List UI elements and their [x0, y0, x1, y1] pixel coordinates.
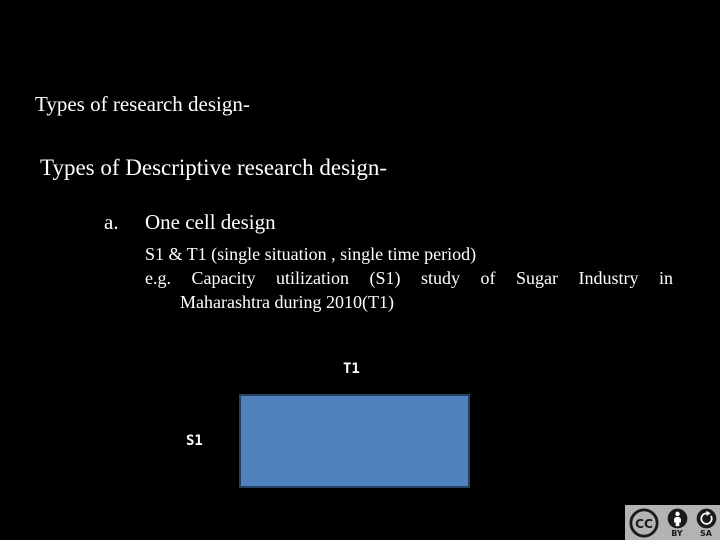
diagram-row-label-s1: S1 — [186, 433, 203, 449]
description-line-example-continued: Maharashtra during 2010(T1) — [180, 291, 394, 312]
diagram-cell-s1-t1 — [239, 394, 470, 488]
slide-heading-research-design: Types of research design- — [35, 92, 250, 116]
list-item: a. One cell design — [104, 210, 684, 234]
share-alike-arrow-icon — [696, 508, 716, 528]
slide-heading-descriptive-research-design: Types of Descriptive research design- — [40, 155, 388, 180]
attribution-person-icon — [667, 508, 687, 528]
description-line-definition: S1 & T1 (single situation , single time … — [145, 244, 477, 264]
cc-by-label: BY — [671, 528, 683, 538]
list-item-description: S1 & T1 (single situation , single time … — [145, 243, 673, 314]
list-item-marker: a. — [104, 210, 119, 234]
presentation-slide: Types of research design- Types of Descr… — [0, 0, 720, 540]
list-item-label: One cell design — [145, 210, 276, 234]
cc-sa-item: SA — [693, 508, 719, 538]
diagram-column-label-t1: T1 — [343, 361, 360, 377]
cc-by-item: BY — [664, 508, 690, 538]
creative-commons-icon: CC — [629, 507, 659, 538]
creative-commons-badge: CC BY SA — [625, 505, 720, 540]
description-line-example: e.g. Capacity utilization (S1) study of … — [145, 267, 673, 288]
cc-sa-label: SA — [700, 528, 712, 538]
list-item-row: a. One cell design — [104, 210, 684, 234]
svg-text:CC: CC — [635, 517, 653, 531]
